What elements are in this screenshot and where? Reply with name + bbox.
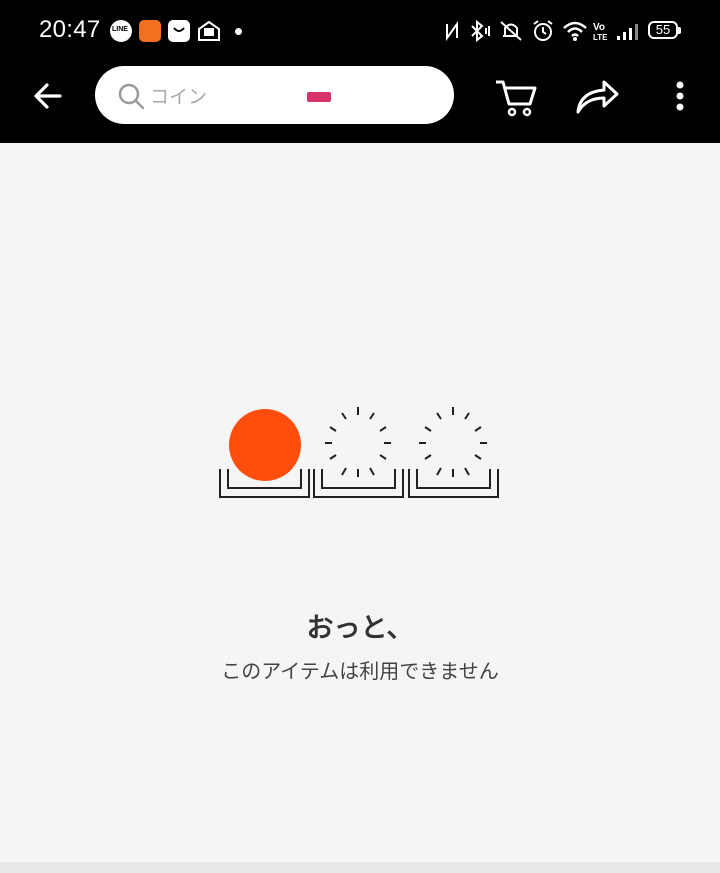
- ticket-icon: [307, 92, 331, 102]
- bottom-divider: [0, 862, 720, 873]
- search-input[interactable]: コイン: [95, 66, 454, 124]
- svg-text:LTE: LTE: [593, 33, 608, 42]
- line-icon: LINE: [110, 20, 132, 42]
- sparkle-icon: [419, 407, 487, 477]
- empty-state-title: おっと、: [306, 613, 414, 644]
- status-bar: 20:47 LINE Vo LTE 55: [0, 0, 720, 62]
- vibrate-off-icon: [500, 21, 522, 41]
- bluetooth-icon: [471, 19, 490, 43]
- sun-slot-2: [313, 407, 404, 498]
- empty-state-message: このアイテムは利用できません: [221, 659, 499, 683]
- sparkle-icon: [325, 407, 391, 477]
- top-app-bar: コイン: [0, 62, 720, 143]
- empty-state-illustration: [219, 407, 499, 498]
- app-orange-icon: [139, 20, 161, 42]
- sun-slot-3: [408, 407, 499, 498]
- mail-icon: [197, 20, 220, 42]
- sun-slot-1: [219, 409, 310, 498]
- signal-icon: [617, 24, 638, 40]
- shopping-bag-icon: [168, 20, 190, 42]
- svg-text:Vo: Vo: [593, 22, 605, 33]
- volte-icon: VoLTE: [593, 22, 608, 42]
- sun-icon: [229, 409, 301, 481]
- search-icon: [118, 83, 145, 110]
- alarm-icon: [533, 20, 553, 41]
- nfc-icon: [446, 20, 458, 42]
- clock: 20:47: [39, 16, 101, 43]
- wifi-icon: [563, 21, 587, 41]
- more-vert-icon[interactable]: [666, 76, 694, 116]
- cart-icon[interactable]: [494, 74, 538, 118]
- battery-icon: 55: [648, 21, 681, 39]
- share-icon[interactable]: [574, 76, 620, 116]
- back-arrow-icon[interactable]: [28, 76, 68, 116]
- search-placeholder: コイン: [150, 86, 208, 108]
- more-notifications-dot: [235, 28, 242, 35]
